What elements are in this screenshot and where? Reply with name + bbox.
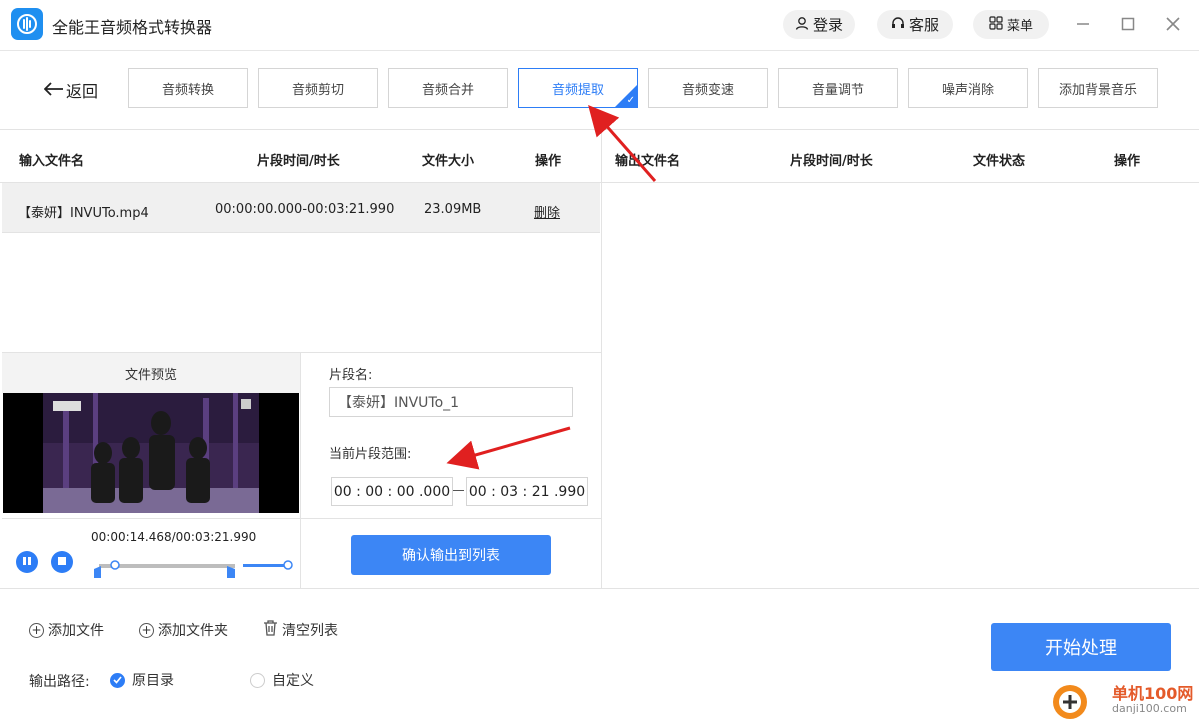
tab-audio-extract[interactable]: 音频提取 ✓ (518, 68, 638, 108)
tab-audio-merge[interactable]: 音频合并 (388, 68, 508, 108)
arrow-left-icon (43, 81, 64, 100)
volume-knob[interactable] (283, 560, 293, 570)
col-action: 操作 (535, 154, 562, 169)
volume-track (243, 564, 287, 567)
tab-background-music[interactable]: 添加背景音乐 (1038, 68, 1158, 108)
radio-original-label: 原目录 (132, 673, 174, 689)
back-label: 返回 (66, 82, 99, 101)
tab-label: 音频提取 (551, 82, 604, 98)
service-button[interactable]: 客服 (877, 10, 953, 39)
video-frame (3, 393, 299, 513)
minimize-icon[interactable] (1071, 12, 1095, 36)
row-size: 23.09MB (424, 202, 482, 217)
watermark-text: 单机100网 (1112, 684, 1194, 703)
pause-button[interactable] (16, 551, 38, 573)
col-output-range: 片段时间/时长 (790, 154, 873, 169)
tab-label: 噪声消除 (941, 82, 994, 98)
arrow-to-tab (588, 104, 657, 182)
tab-label: 音频剪切 (291, 82, 344, 98)
watermark-url: danji100.com (1112, 702, 1187, 715)
segment-name-label: 片段名: (329, 368, 373, 383)
range-slider[interactable] (93, 556, 293, 580)
trash-icon (263, 620, 278, 640)
app-title: 全能王音频格式转换器 (52, 18, 213, 37)
tab-label: 添加背景音乐 (1058, 82, 1137, 98)
tab-label: 音量调节 (811, 82, 864, 98)
check-icon: ✓ (626, 95, 635, 106)
close-icon[interactable] (1161, 12, 1185, 36)
confirm-output-button[interactable]: 确认输出到列表 (351, 535, 551, 575)
segment-range-label: 当前片段范围: (329, 447, 412, 462)
login-label: 登录 (812, 16, 843, 34)
clear-list-label: 清空列表 (282, 623, 338, 639)
watermark: 单机100网 danji100.com (1048, 680, 1198, 720)
col-output-filename: 输出文件名 (615, 154, 681, 169)
start-processing-button[interactable]: 开始处理 (991, 623, 1171, 671)
divider (602, 182, 1199, 183)
clear-list-button[interactable]: 清空列表 (263, 620, 338, 640)
add-folder-button[interactable]: + 添加文件夹 (139, 620, 228, 640)
plus-circle-icon: + (29, 622, 44, 638)
menu-label: 菜单 (1006, 19, 1033, 34)
end-time-input[interactable]: 00 : 03 : 21 .990 (466, 477, 588, 506)
row-range: 00:00:00.000-00:03:21.990 (215, 202, 395, 217)
menu-button[interactable]: 菜单 (973, 10, 1049, 39)
row-filename: 【泰妍】INVUTo.mp4 (18, 206, 149, 221)
radio-unchecked-icon (250, 672, 265, 688)
tab-volume[interactable]: 音量调节 (778, 68, 898, 108)
tab-audio-convert[interactable]: 音频转换 (128, 68, 248, 108)
tab-audio-speed[interactable]: 音频变速 (648, 68, 768, 108)
preview-title: 文件预览 (2, 353, 300, 393)
range-separator (453, 490, 464, 491)
start-time-input[interactable]: 00 : 00 : 00 .000 (331, 477, 453, 506)
radio-original-dir[interactable]: 原目录 (110, 670, 174, 690)
login-button[interactable]: 登录 (783, 10, 855, 39)
tab-label: 音频变速 (681, 82, 734, 98)
playback-time: 00:00:14.468/00:03:21.990 (91, 530, 257, 544)
col-file-size: 文件大小 (422, 154, 475, 169)
segment-name-input[interactable]: 【泰妍】INVUTo_1 (329, 387, 573, 417)
maximize-icon[interactable] (1116, 12, 1140, 36)
tab-label: 音频转换 (161, 82, 214, 98)
video-preview[interactable] (3, 393, 299, 513)
service-label: 客服 (908, 16, 939, 34)
radio-checked-icon (110, 672, 125, 688)
headset-icon (891, 16, 905, 34)
col-input-filename: 输入文件名 (19, 154, 85, 169)
col-time-range: 片段时间/时长 (257, 154, 340, 169)
delete-link[interactable]: 删除 (534, 202, 560, 221)
tab-label: 音频合并 (421, 82, 474, 98)
grid-icon (989, 15, 1003, 34)
stop-icon (57, 556, 67, 569)
col-output-action: 操作 (1114, 154, 1141, 169)
watermark-logo-icon (1053, 685, 1087, 719)
col-file-status: 文件状态 (973, 154, 1026, 169)
plus-circle-icon: + (139, 622, 154, 638)
pause-icon (22, 556, 32, 569)
back-button[interactable]: 返回 (43, 78, 99, 102)
start-handle[interactable] (94, 566, 101, 578)
add-file-label: 添加文件 (48, 623, 104, 639)
add-file-button[interactable]: + 添加文件 (29, 620, 104, 640)
add-folder-label: 添加文件夹 (158, 623, 228, 639)
tab-noise-removal[interactable]: 噪声消除 (908, 68, 1028, 108)
stop-button[interactable] (51, 551, 73, 573)
tab-audio-cut[interactable]: 音频剪切 (258, 68, 378, 108)
user-icon (795, 16, 809, 34)
divider (0, 588, 1199, 589)
playhead[interactable] (110, 560, 120, 570)
radio-custom-dir[interactable]: 自定义 (250, 670, 314, 690)
app-logo-icon (11, 8, 43, 40)
radio-custom-label: 自定义 (272, 673, 314, 689)
output-path-label: 输出路径: (29, 674, 90, 690)
